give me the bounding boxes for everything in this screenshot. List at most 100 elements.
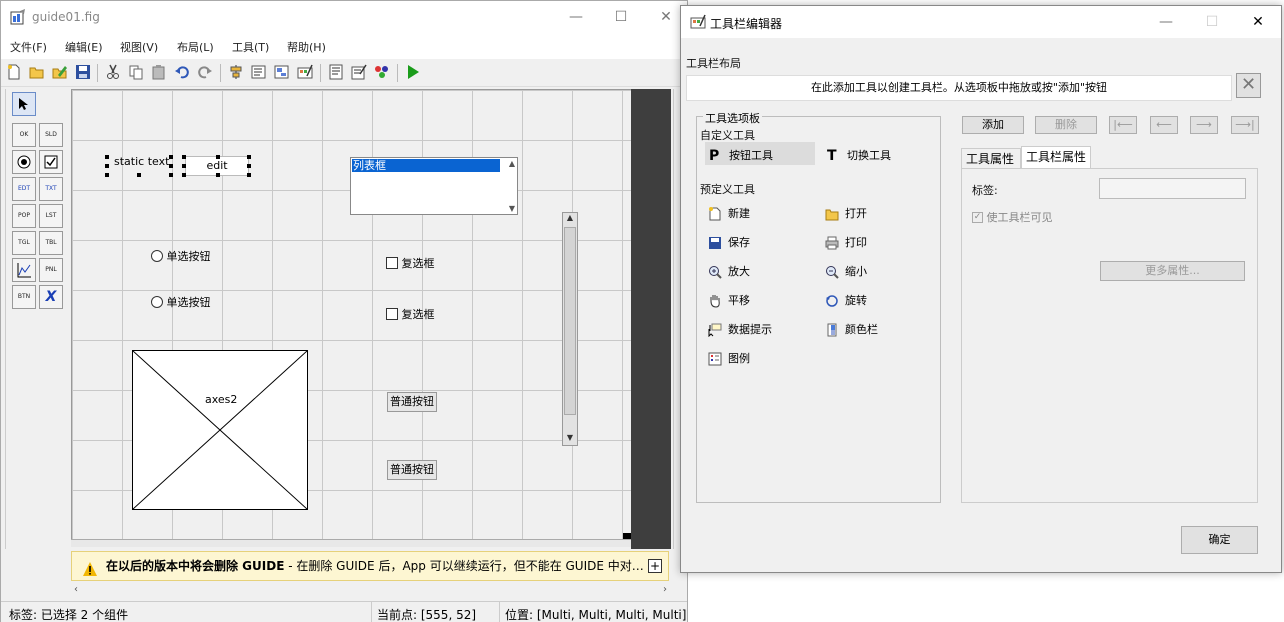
axes-tool[interactable] — [12, 258, 36, 282]
zoom-out-icon — [825, 265, 839, 279]
static-text-tool[interactable]: TXT — [39, 177, 63, 201]
listbox-scroll-down[interactable]: ▼ — [509, 204, 515, 213]
maximize-button[interactable]: ☐ — [610, 7, 632, 27]
tab-order-editor-icon[interactable] — [274, 64, 290, 80]
ok-button[interactable]: 确定 — [1181, 526, 1258, 554]
selection-handle[interactable] — [247, 164, 251, 168]
listbox-component[interactable]: 列表框 ▲ ▼ — [350, 157, 518, 215]
selection-handle[interactable] — [182, 164, 186, 168]
slider-thumb[interactable] — [564, 227, 576, 415]
add-button[interactable]: 添加 — [962, 116, 1024, 134]
push-button-component[interactable]: 普通按钮 — [387, 460, 437, 480]
selection-handle[interactable] — [169, 164, 173, 168]
tag-input[interactable] — [1099, 178, 1246, 199]
tab-toolbar-properties[interactable]: 工具栏属性 — [1021, 146, 1091, 168]
property-inspector-icon[interactable] — [351, 64, 367, 80]
tool-legend[interactable]: 图例 — [708, 350, 750, 366]
tool-colorbar[interactable]: 颜色栏 — [825, 321, 878, 337]
push-button-tool[interactable]: OK — [12, 123, 36, 147]
scroll-right-arrow[interactable]: › — [663, 584, 667, 595]
minimize-button[interactable]: — — [1155, 12, 1177, 32]
tool-data-cursor[interactable]: 数据提示 — [708, 321, 772, 338]
minimize-button[interactable]: — — [565, 7, 587, 27]
checkbox-tool[interactable] — [39, 150, 63, 174]
selection-handle[interactable] — [182, 155, 186, 159]
expand-icon[interactable]: + — [648, 559, 662, 573]
tool-rotate[interactable]: 旋转 — [825, 292, 867, 308]
listbox-tool[interactable]: LST — [39, 204, 63, 228]
menu-layout[interactable]: 布局(L) — [177, 39, 214, 55]
popup-menu-tool[interactable]: POP — [12, 204, 36, 228]
menu-help[interactable]: 帮助(H) — [287, 39, 326, 55]
undo-icon[interactable] — [174, 64, 190, 80]
slider-component[interactable]: ▲ ▼ — [562, 212, 578, 446]
menu-editor-icon[interactable] — [251, 64, 267, 80]
radio-button-component[interactable]: 单选按钮 — [151, 248, 211, 264]
select-tool-button[interactable] — [12, 92, 36, 116]
slider-up-arrow[interactable]: ▲ — [564, 213, 576, 225]
tool-pan[interactable]: 平移 — [708, 292, 750, 308]
selection-handle[interactable] — [105, 173, 109, 177]
tool-open[interactable]: 打开 — [825, 205, 867, 221]
visible-checkbox[interactable]: ✓ 使工具栏可见 — [972, 209, 1053, 225]
checkbox-component[interactable]: 复选框 — [386, 255, 435, 271]
axes-component[interactable]: axes2 — [132, 350, 308, 510]
panel-tool[interactable]: PNL — [39, 258, 63, 282]
toggle-button-tool[interactable]: TGL — [12, 231, 36, 255]
table-tool[interactable]: TBL — [39, 231, 63, 255]
menu-file[interactable]: 文件(F) — [10, 39, 47, 55]
checkbox-component[interactable]: 复选框 — [386, 306, 435, 322]
new-icon[interactable] — [6, 64, 22, 80]
selection-handle[interactable] — [216, 173, 220, 177]
tool-save[interactable]: 保存 — [708, 234, 750, 250]
push-tool-item[interactable]: P 按钮工具 — [705, 142, 815, 165]
selection-handle[interactable] — [216, 155, 220, 159]
tool-new[interactable]: 新建 — [708, 205, 750, 221]
tool-print[interactable]: 打印 — [825, 234, 867, 250]
tool-zoom-in[interactable]: 放大 — [708, 263, 750, 279]
align-objects-icon[interactable] — [228, 64, 244, 80]
editor-icon[interactable] — [328, 64, 344, 80]
clear-toolbar-close-icon[interactable]: ✕ — [1236, 73, 1261, 98]
run-icon[interactable] — [405, 64, 421, 80]
menu-edit[interactable]: 编辑(E) — [65, 39, 103, 55]
menu-view[interactable]: 视图(V) — [120, 39, 158, 55]
toolbar-layout-area[interactable]: 在此添加工具以创建工具栏。从选项板中拖放或按"添加"按钮 — [686, 75, 1232, 101]
object-browser-icon[interactable] — [374, 64, 390, 80]
radio-button-tool[interactable] — [12, 150, 36, 174]
selection-handle[interactable] — [137, 173, 141, 177]
scroll-left-arrow[interactable]: ‹ — [74, 584, 78, 595]
legend-icon — [708, 352, 722, 366]
close-button[interactable]: ✕ — [1247, 12, 1269, 32]
button-group-tool[interactable]: BTN — [12, 285, 36, 309]
horizontal-scrollbar[interactable] — [71, 539, 631, 547]
radio-button-component[interactable]: 单选按钮 — [151, 294, 211, 310]
selection-handle[interactable] — [247, 173, 251, 177]
listbox-scroll-up[interactable]: ▲ — [509, 159, 515, 168]
push-button-component[interactable]: 普通按钮 — [387, 392, 437, 412]
close-button[interactable]: ✕ — [655, 7, 677, 27]
menu-tools[interactable]: 工具(T) — [232, 39, 269, 55]
edit-icon[interactable] — [52, 64, 68, 80]
open-icon[interactable] — [29, 64, 45, 80]
selection-handle[interactable] — [247, 155, 251, 159]
selection-handle[interactable] — [105, 164, 109, 168]
copy-icon[interactable] — [128, 64, 144, 80]
toggle-tool-item[interactable]: T 切换工具 — [825, 142, 935, 165]
listbox-item[interactable]: 列表框 — [352, 159, 500, 172]
save-icon[interactable] — [75, 64, 91, 80]
toolbar-editor-icon[interactable] — [297, 64, 313, 80]
selection-handle[interactable] — [169, 173, 173, 177]
edit-text-tool[interactable]: EDT — [12, 177, 36, 201]
selection-handle[interactable] — [182, 173, 186, 177]
paste-icon[interactable] — [151, 64, 167, 80]
slider-down-arrow[interactable]: ▼ — [564, 433, 576, 445]
selection-handle[interactable] — [105, 155, 109, 159]
redo-icon[interactable] — [197, 64, 213, 80]
tool-zoom-out[interactable]: 缩小 — [825, 263, 867, 279]
selection-handle[interactable] — [169, 155, 173, 159]
cut-icon[interactable] — [105, 64, 121, 80]
slider-tool[interactable]: SLD — [39, 123, 63, 147]
activex-tool[interactable]: X — [39, 285, 63, 309]
tab-tool-properties[interactable]: 工具属性 — [961, 148, 1021, 170]
